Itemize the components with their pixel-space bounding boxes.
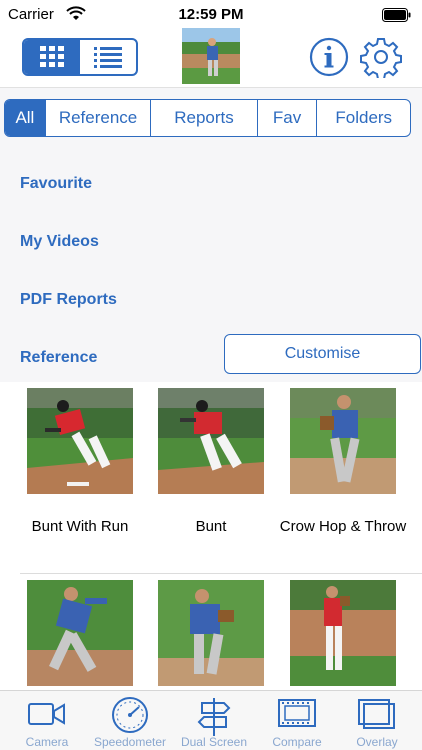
list-view-button[interactable] [80,40,136,74]
video-thumbnail [290,580,396,686]
list-item-reference[interactable]: Reference [20,349,97,367]
video-title: Crow Hop & Throw [279,518,407,535]
video-thumbnail [158,388,264,494]
battery-icon [382,8,411,22]
tab-overlay[interactable]: Overlay [335,691,419,750]
info-icon[interactable] [309,37,349,77]
video-title: Bunt [195,518,227,535]
video-camera-icon [28,703,65,725]
row-divider [20,573,422,574]
list-icon [94,47,122,68]
status-bar: Carrier 12:59 PM [0,0,422,30]
bottom-tab-bar: Camera Speedometer Dual Screen Compare O… [0,690,422,750]
filter-segmented-control: All Reference Reports Fav Folders [4,99,411,137]
speedometer-icon [112,697,148,733]
video-tile[interactable]: Crow Hop & Throw [280,388,406,536]
video-thumbnail [158,580,264,686]
video-thumbnail [290,388,396,494]
tab-label: Overlay [356,735,398,749]
filter-fav[interactable]: Fav [256,100,317,136]
video-title: Bunt With Run [31,518,129,535]
filter-folders[interactable]: Folders [316,100,410,136]
filter-all[interactable]: All [5,100,45,136]
grid-view-button[interactable] [24,40,80,74]
film-strip-icon [278,699,316,727]
video-tile[interactable]: Bunt With Run [27,388,133,536]
overlay-icon [358,699,395,729]
preview-thumbnail[interactable] [182,28,240,84]
signpost-icon [197,698,231,736]
view-mode-toggle [22,38,138,76]
list-item-my-videos[interactable]: My Videos [20,233,99,251]
grid-icon [40,46,64,67]
clock: 12:59 PM [178,6,244,23]
customise-button[interactable]: Customise [224,334,421,374]
list-item-favourite[interactable]: Favourite [20,175,92,193]
filter-reports[interactable]: Reports [150,100,256,136]
video-tile[interactable]: Bunt [158,388,264,536]
gear-icon[interactable] [360,36,402,78]
list-item-pdf-reports[interactable]: PDF Reports [20,291,117,309]
video-thumbnail [27,388,133,494]
video-thumbnail [27,580,133,686]
filter-reference[interactable]: Reference [44,100,150,136]
